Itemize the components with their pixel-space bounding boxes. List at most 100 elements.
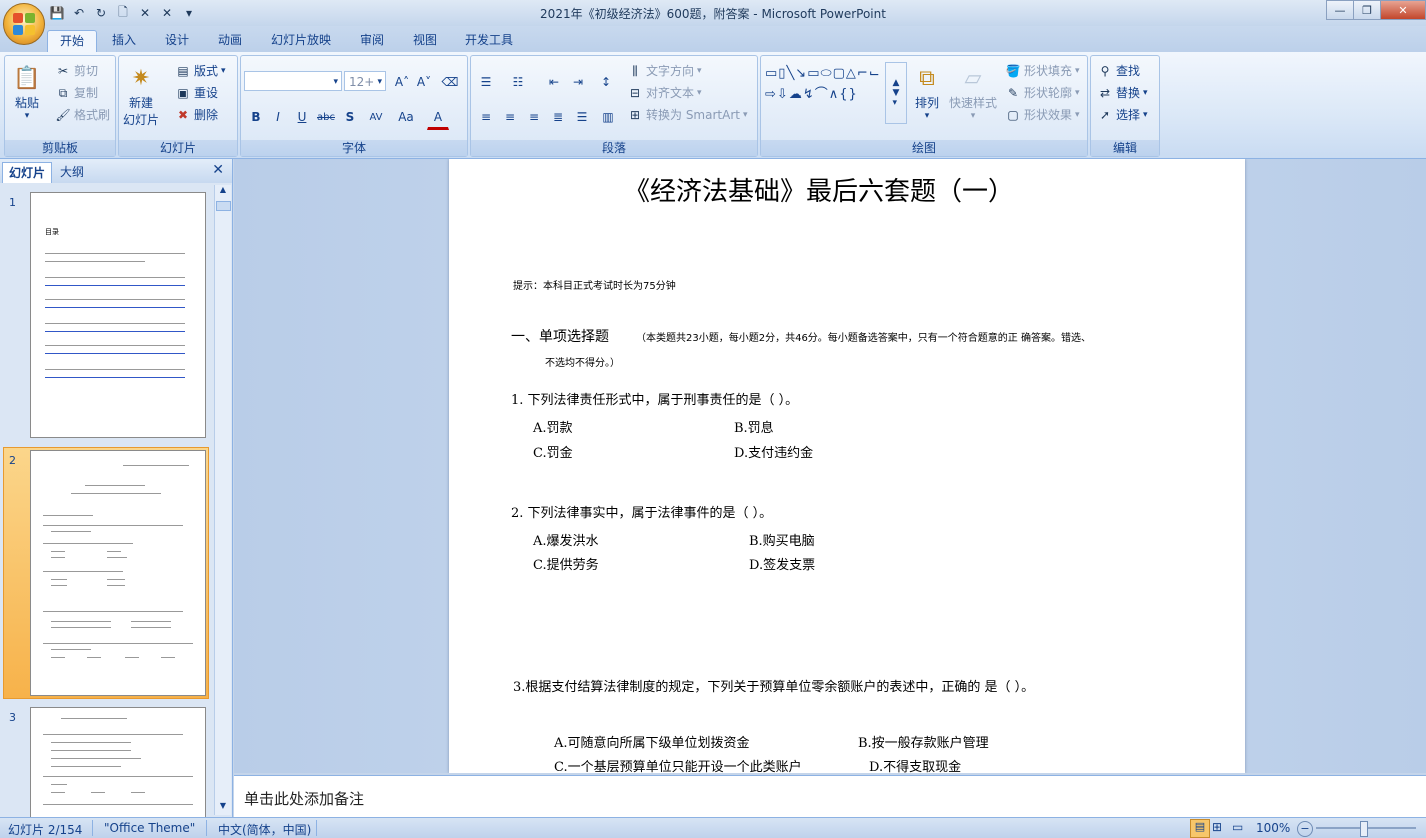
- q1-option-c[interactable]: C.罚金: [533, 442, 573, 461]
- q1-option-b[interactable]: B.罚息: [734, 417, 774, 436]
- cut-button[interactable]: ✂ 剪切: [55, 62, 98, 79]
- q2-option-d[interactable]: D.签发支票: [749, 554, 815, 573]
- rectangle-shape-icon[interactable]: ▭: [807, 64, 819, 84]
- shapes-gallery[interactable]: ▭ ▯ ╲ ↘ ▭ ⬭ ▢ △ ⌐ ⌙ ⇨ ⇩ ☁ ↯ ⌒ ∧{}: [765, 64, 887, 105]
- reset-button[interactable]: ▣ 重设: [175, 84, 218, 101]
- notes-pane[interactable]: 单击此处添加备注: [234, 775, 1426, 818]
- italic-icon[interactable]: I: [267, 106, 289, 128]
- slideshow-view-icon[interactable]: ▭: [1232, 820, 1243, 834]
- tab-review[interactable]: 审阅: [350, 30, 394, 51]
- tab-developer[interactable]: 开发工具: [456, 30, 522, 51]
- align-left-icon[interactable]: ≡: [475, 106, 497, 128]
- paste-button[interactable]: 📋 粘贴 ▾: [11, 62, 43, 122]
- scroll-down-icon[interactable]: ▼: [216, 801, 230, 815]
- customize-qat-icon[interactable]: ▾: [180, 4, 198, 22]
- office-button[interactable]: [3, 3, 45, 45]
- clear-format-icon[interactable]: ⌫: [439, 71, 461, 93]
- zoom-level[interactable]: 100%: [1256, 821, 1290, 835]
- copy-button[interactable]: ⧉ 复制: [55, 84, 98, 101]
- oval-shape-icon[interactable]: ⬭: [820, 64, 831, 84]
- find-button[interactable]: ⚲ 查找: [1097, 62, 1140, 79]
- tab-slideshow[interactable]: 幻灯片放映: [262, 30, 340, 51]
- question-3[interactable]: 3.根据支付结算法律制度的规定，下列关于预算单位零余额账户的表述中，正确的 是（…: [513, 676, 1034, 695]
- close-all-icon[interactable]: ✕: [158, 4, 176, 22]
- text-direction-button[interactable]: ⫼ 文字方向 ▾: [627, 62, 701, 79]
- down-arrow-icon[interactable]: ⇩: [777, 85, 788, 105]
- q1-option-d[interactable]: D.支付违约金: [734, 442, 813, 461]
- maximize-icon[interactable]: ❐: [1353, 0, 1381, 20]
- change-case-icon[interactable]: Aa: [395, 106, 417, 128]
- minimize-icon[interactable]: —: [1326, 0, 1354, 20]
- underline-icon[interactable]: U: [291, 106, 313, 128]
- justify-icon[interactable]: ≣: [547, 106, 569, 128]
- shapes-scroll[interactable]: ▲ ▼ ▾: [885, 62, 907, 124]
- distribute-icon[interactable]: ☰: [571, 106, 593, 128]
- language-indicator[interactable]: 中文(简体，中国): [218, 821, 311, 838]
- panel-scrollbar[interactable]: ▲ ▼: [214, 185, 231, 815]
- q3-option-b[interactable]: B.按一般存款账户管理: [858, 732, 989, 751]
- align-center-icon[interactable]: ≡: [499, 106, 521, 128]
- tab-design[interactable]: 设计: [155, 30, 199, 51]
- q2-option-a[interactable]: A.爆发洪水: [533, 530, 599, 549]
- shape-fill-button[interactable]: 🪣 形状填充 ▾: [1005, 62, 1080, 79]
- strikethrough-icon[interactable]: abc: [315, 106, 337, 128]
- q3-option-c[interactable]: C.一个基层预算单位只能开设一个此类账户: [554, 756, 802, 773]
- close-icon[interactable]: ✕: [1380, 0, 1426, 20]
- arrange-button[interactable]: ⧉ 排列 ▾: [911, 62, 943, 122]
- zoom-out-icon[interactable]: −: [1297, 821, 1313, 837]
- zoom-slider-thumb[interactable]: [1360, 821, 1368, 837]
- q3-option-a[interactable]: A.可随意向所属下级单位划拨资金: [554, 732, 750, 751]
- tab-view[interactable]: 视图: [403, 30, 447, 51]
- slide-thumbnail-2[interactable]: [30, 450, 206, 696]
- shape-effects-button[interactable]: ▢ 形状效果 ▾: [1005, 106, 1079, 123]
- close-doc-icon[interactable]: ✕: [136, 4, 154, 22]
- new-slide-button[interactable]: ✷ 新建 幻灯片: [123, 62, 159, 128]
- tab-outline[interactable]: 大纲: [54, 162, 90, 182]
- section-desc-2[interactable]: 不选均不得分。）: [545, 354, 620, 369]
- decrease-indent-icon[interactable]: ⇤: [543, 71, 565, 93]
- slide-thumbnail-1[interactable]: 目录: [30, 192, 206, 438]
- freeform-shape-icon[interactable]: ∧: [829, 85, 839, 105]
- section-title[interactable]: 一、单项选择题: [511, 326, 609, 346]
- elbow-arrow-icon[interactable]: ⌙: [869, 64, 880, 84]
- bullets-icon[interactable]: ☰: [475, 71, 497, 93]
- cloud-shape-icon[interactable]: ☁: [789, 85, 802, 105]
- section-desc[interactable]: （本类题共23小题，每小题2分，共46分。每小题备选答案中，只有一个符合题意的正…: [636, 329, 1091, 344]
- rounded-rect-icon[interactable]: ▢: [833, 64, 845, 84]
- question-2[interactable]: 2. 下列法律事实中，属于法律事件的是（ ）。: [511, 502, 772, 521]
- grow-font-icon[interactable]: A˄: [391, 71, 413, 93]
- scroll-thumb[interactable]: [216, 201, 231, 211]
- save-icon[interactable]: 💾: [48, 4, 66, 22]
- char-spacing-icon[interactable]: AV: [365, 106, 387, 128]
- font-size-combo[interactable]: 12+ ▾: [344, 71, 386, 91]
- font-name-combo[interactable]: ▾: [244, 71, 342, 91]
- select-button[interactable]: ➚ 选择 ▾: [1097, 106, 1148, 123]
- left-brace-icon[interactable]: {: [839, 85, 847, 105]
- right-brace-icon[interactable]: }: [849, 85, 857, 105]
- tab-insert[interactable]: 插入: [102, 30, 146, 51]
- font-color-icon[interactable]: A: [427, 106, 449, 130]
- convert-smartart-button[interactable]: ⊞ 转换为 SmartArt ▾: [627, 106, 748, 123]
- q2-option-c[interactable]: C.提供劳务: [533, 554, 599, 573]
- numbering-icon[interactable]: ☷: [507, 71, 529, 93]
- normal-view-icon[interactable]: ▤: [1190, 819, 1210, 838]
- tab-animation[interactable]: 动画: [208, 30, 252, 51]
- print-preview-icon[interactable]: 🗋: [114, 4, 132, 22]
- quick-styles-button[interactable]: ▱ 快速样式 ▾: [949, 62, 997, 122]
- q1-option-a[interactable]: A.罚款: [533, 417, 573, 436]
- line-shape-icon[interactable]: ╲: [786, 64, 794, 84]
- slide-sorter-icon[interactable]: ⊞: [1212, 820, 1222, 834]
- bold-icon[interactable]: B: [245, 106, 267, 128]
- scroll-up-icon[interactable]: ▲: [216, 185, 230, 199]
- columns-icon[interactable]: ▥: [597, 106, 619, 128]
- lightning-shape-icon[interactable]: ↯: [803, 85, 814, 105]
- curve-shape-icon[interactable]: ⌒: [815, 85, 828, 105]
- slide-thumbnail-3[interactable]: [30, 707, 206, 819]
- q2-option-b[interactable]: B.购买电脑: [749, 530, 815, 549]
- align-right-icon[interactable]: ≡: [523, 106, 545, 128]
- redo-icon[interactable]: ↻: [92, 4, 110, 22]
- close-panel-icon[interactable]: ✕: [212, 162, 224, 178]
- elbow-connector-icon[interactable]: ⌐: [857, 64, 868, 84]
- delete-slide-button[interactable]: ✖ 删除: [175, 106, 218, 123]
- textbox-shape-icon[interactable]: ▭: [765, 64, 777, 84]
